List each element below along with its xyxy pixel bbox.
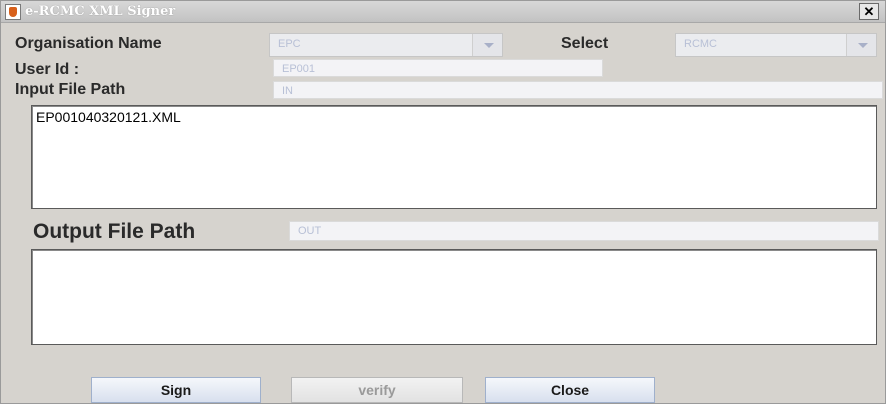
close-button[interactable]: Close [485, 377, 655, 403]
user-id-field[interactable]: EP001 [273, 59, 603, 77]
title-bar[interactable]: e-RCMC XML Signer ✕ [1, 1, 885, 23]
output-files-list[interactable] [31, 249, 877, 345]
select-value: RCMC [684, 38, 717, 50]
select-label: Select [561, 35, 609, 52]
window-title: e-RCMC XML Signer [25, 4, 176, 19]
select-combo[interactable]: RCMC [675, 33, 877, 57]
verify-button[interactable]: verify [291, 377, 463, 403]
input-file-path-label: Input File Path [15, 81, 126, 98]
chevron-down-icon[interactable] [472, 34, 502, 56]
input-files-list[interactable]: EP001040320121.XML [31, 105, 877, 209]
app-window: e-RCMC XML Signer ✕ Organisation Name EP… [0, 0, 886, 404]
organisation-name-label: Organisation Name [15, 35, 162, 52]
close-window-button[interactable]: ✕ [859, 3, 879, 20]
sign-button[interactable]: Sign [91, 377, 261, 403]
java-cup-icon [5, 4, 21, 20]
output-file-path-label: Output File Path [33, 220, 196, 243]
user-id-label: User Id : [15, 61, 80, 78]
chevron-down-icon[interactable] [846, 34, 876, 56]
organisation-value: EPC [278, 38, 301, 50]
close-icon: ✕ [863, 4, 875, 19]
organisation-combo[interactable]: EPC [269, 33, 503, 57]
output-file-path-field[interactable]: OUT [289, 221, 879, 241]
input-file-path-field[interactable]: IN [273, 81, 883, 99]
